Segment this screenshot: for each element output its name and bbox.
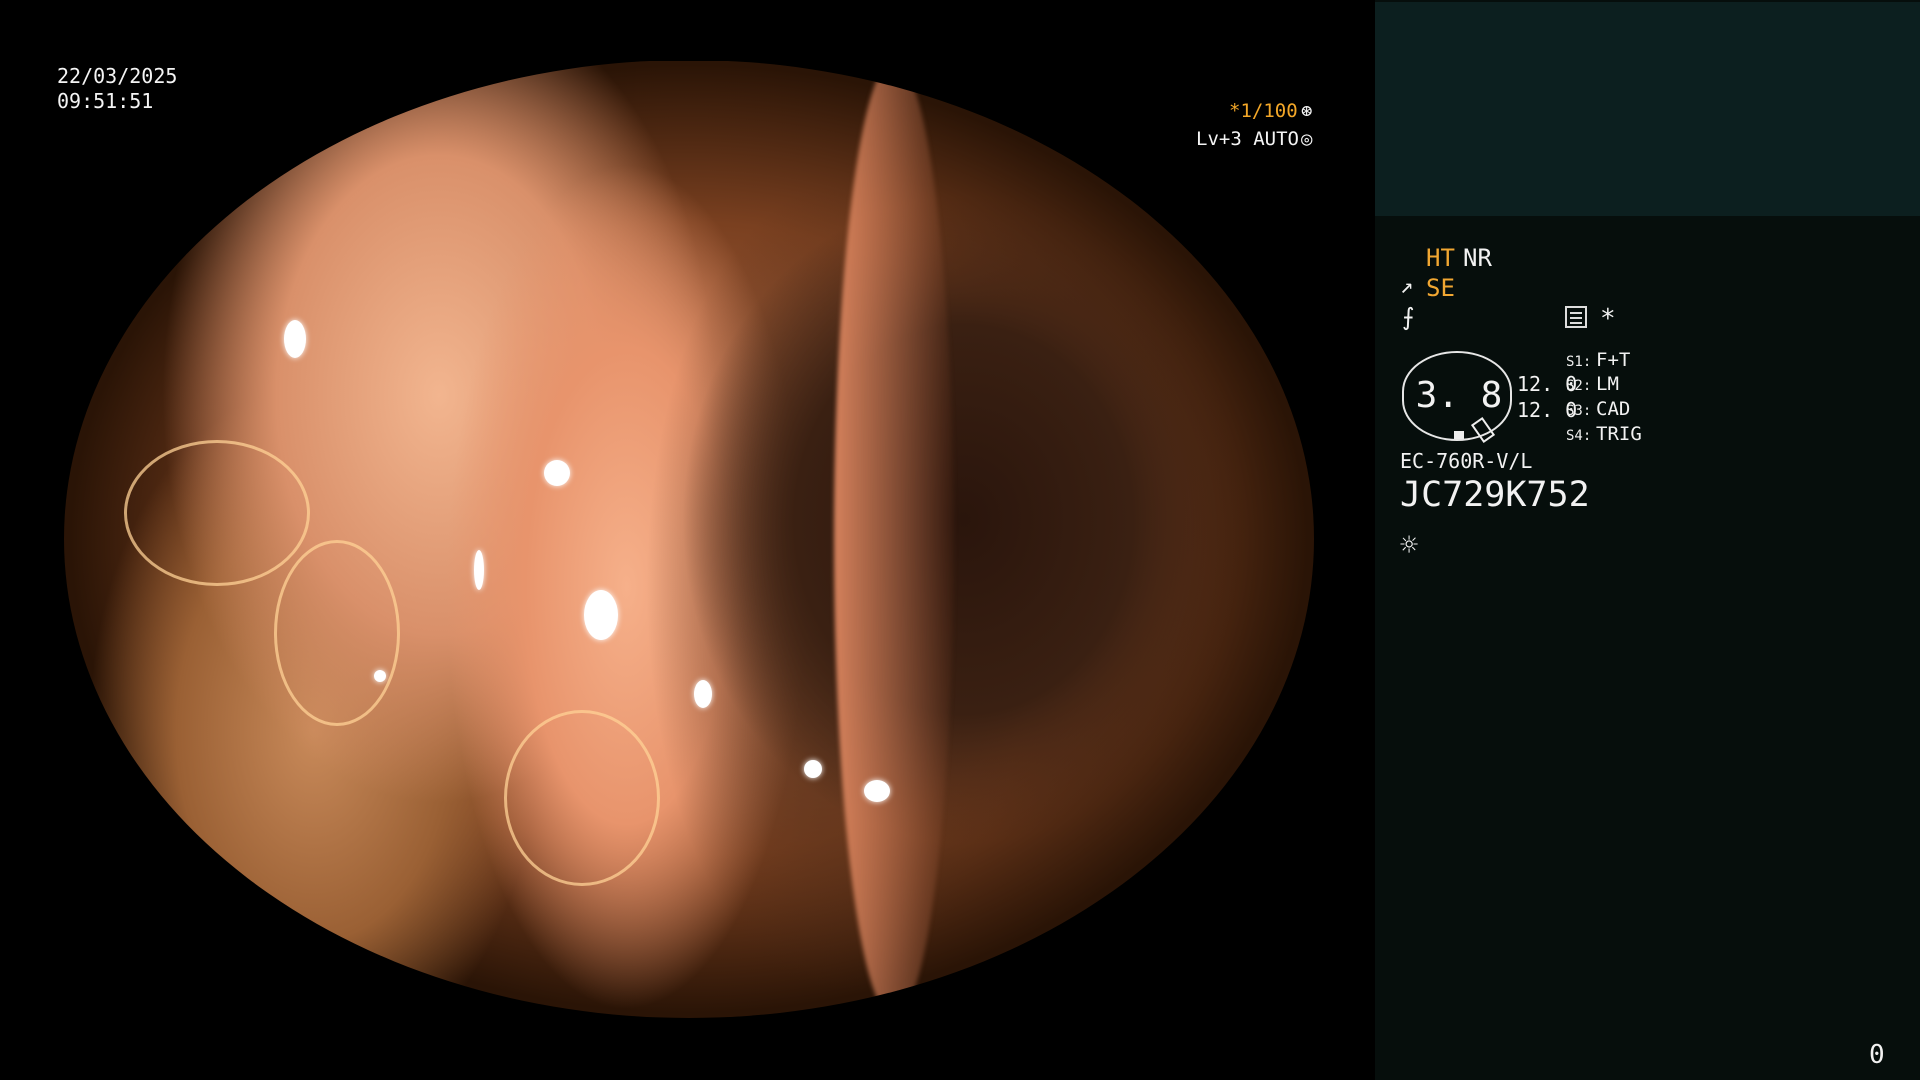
date-display: 22/03/2025 — [57, 64, 178, 88]
time-display: 09:51:51 — [57, 89, 154, 113]
se-icon: ↗ — [1400, 274, 1414, 299]
light-reflection — [804, 760, 822, 778]
info-panel: HT NR ↗ SE ⨍ * 3. 8 12. 0 12. 0 S1: F+T … — [1375, 0, 1920, 1080]
lamp-icon: ☼ — [1400, 528, 1419, 563]
panel-header-area — [1375, 2, 1920, 216]
light-reflection — [584, 590, 618, 640]
light-reflection — [374, 670, 386, 682]
light-reflection — [694, 680, 712, 708]
bubble — [124, 440, 310, 586]
se-indicator: SE — [1426, 274, 1455, 302]
bubble — [504, 710, 660, 886]
slot-key-3: S3: — [1566, 403, 1592, 419]
slot-value-1: F+T — [1596, 349, 1631, 371]
mucosal-fold — [834, 60, 954, 1018]
shutter-speed: *1/100 — [1229, 100, 1298, 122]
memo-icon — [1565, 306, 1587, 328]
gauge-value: 3. 8 — [1415, 375, 1503, 416]
light-reflection — [474, 550, 484, 590]
f-icon: ⨍ — [1402, 303, 1415, 331]
light-reflection — [544, 460, 570, 486]
asterisk-indicator: * — [1600, 304, 1616, 334]
endoscope-viewport: 22/03/2025 09:51:51 *1/100 ⊛ Lv+3 AUTO ◎ — [0, 0, 1375, 1080]
slot-key-4: S4: — [1566, 428, 1592, 444]
scope-model: EC-760R-V/L — [1400, 449, 1533, 473]
brightness-level: Lv+3 AUTO — [1196, 128, 1299, 150]
scope-serial: JC729K752 — [1400, 475, 1590, 515]
gauge-tilt-icon — [1470, 416, 1496, 444]
ht-indicator: HT — [1426, 244, 1455, 272]
nr-indicator: NR — [1463, 244, 1492, 272]
bubble — [274, 540, 400, 726]
shutter-icon: ⊛ — [1301, 100, 1313, 122]
counter: 0 — [1869, 1040, 1885, 1070]
light-reflection — [284, 320, 306, 358]
slot-key-2: S2: — [1566, 378, 1592, 394]
light-reflection — [864, 780, 890, 802]
slot-key-1: S1: — [1566, 354, 1592, 370]
magnification-gauge: 3. 8 — [1402, 351, 1512, 444]
endoscopic-image — [64, 60, 1314, 1018]
slot-value-3: CAD — [1596, 398, 1631, 420]
slot-value-4: TRIG — [1596, 423, 1642, 445]
slot-value-2: LM — [1596, 373, 1619, 395]
iris-icon: ◎ — [1301, 128, 1313, 150]
gauge-mark — [1454, 431, 1464, 439]
